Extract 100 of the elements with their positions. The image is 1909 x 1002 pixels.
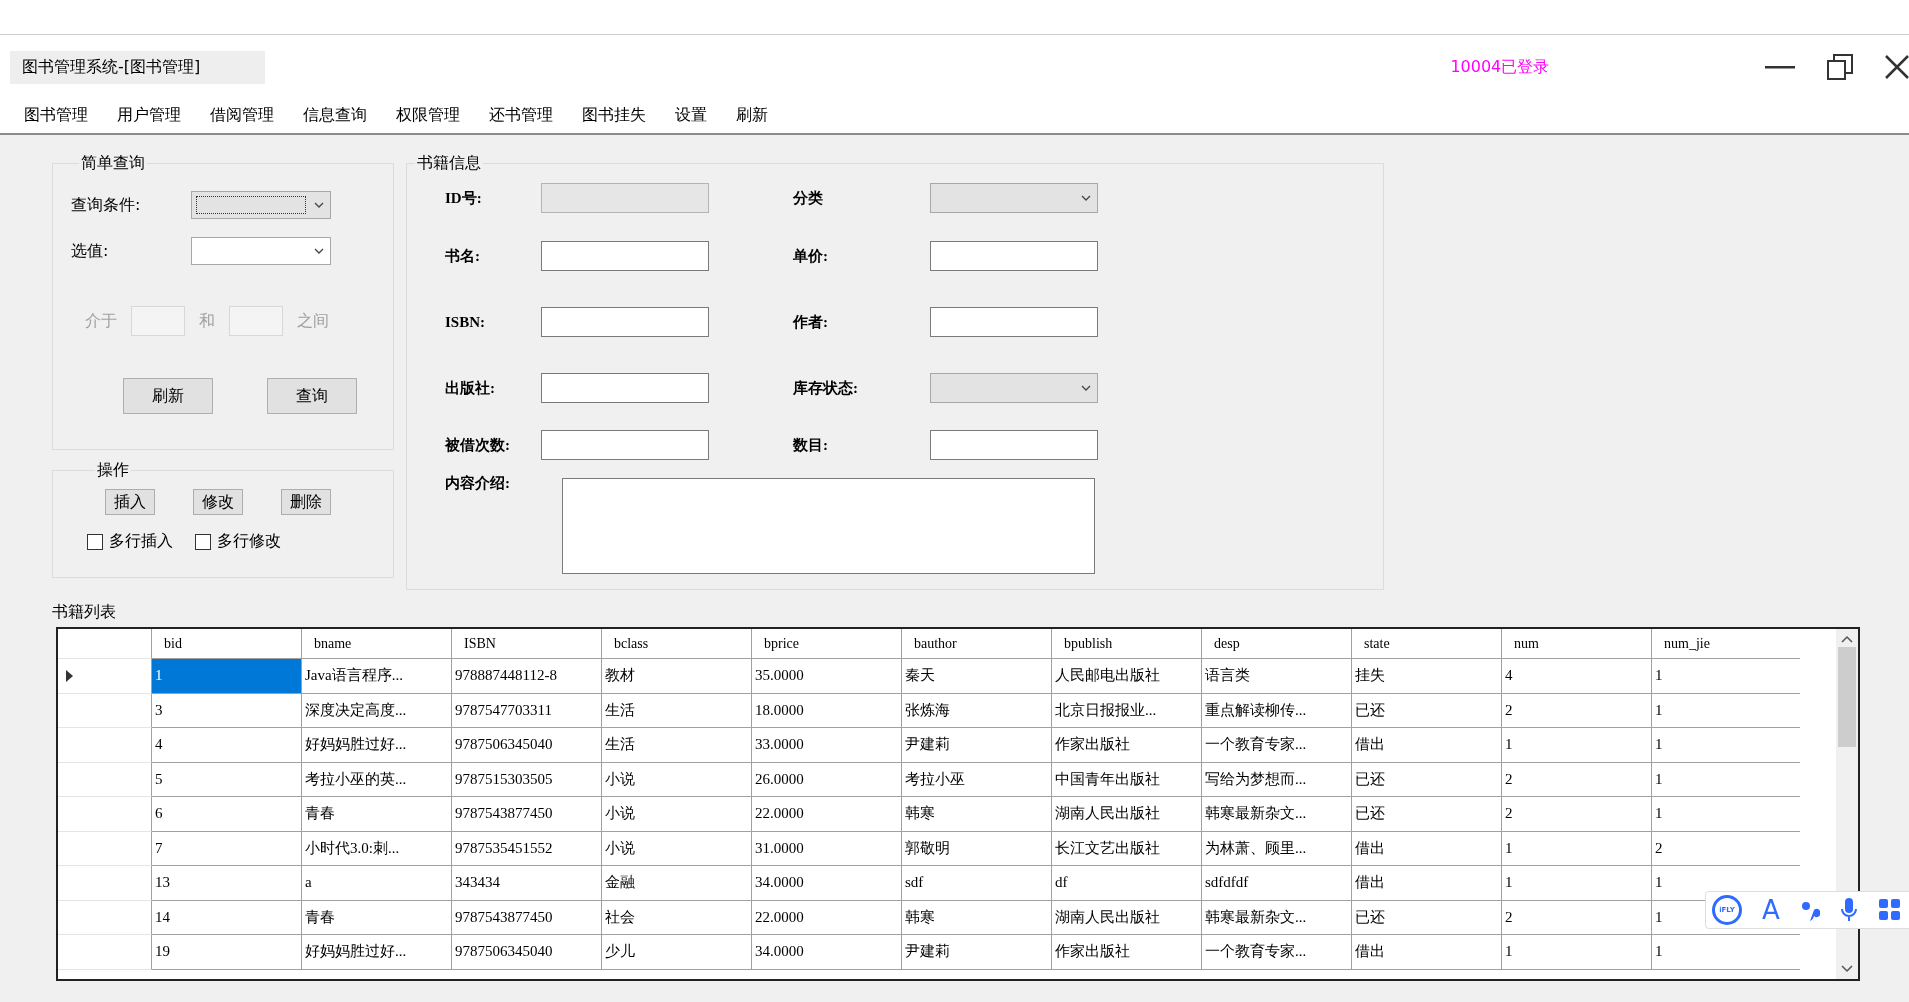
range-label: 介于 — [85, 310, 117, 332]
query-button[interactable]: 查询 — [267, 378, 357, 414]
table-cell: 借出 — [1352, 935, 1502, 970]
table-cell: 写给为梦想而... — [1202, 762, 1352, 797]
table-cell: 挂失 — [1352, 659, 1502, 694]
table-cell: 1 — [1502, 866, 1652, 901]
checkbox[interactable] — [87, 533, 103, 550]
table-cell: sdfdfdf — [1202, 866, 1352, 901]
table-cell: 2 — [1502, 797, 1652, 832]
column-header[interactable]: bclass — [602, 629, 752, 659]
menu-item[interactable]: 用户管理 — [105, 103, 193, 128]
scrollbar-thumb[interactable] — [1838, 647, 1856, 747]
table-cell: 1 — [152, 659, 302, 694]
scroll-up-icon[interactable] — [1841, 635, 1853, 643]
restore-icon[interactable] — [1827, 54, 1853, 80]
chevron-icon — [314, 248, 324, 254]
field-label: 单价: — [793, 246, 829, 266]
table-cell: 人民邮电出版社 — [1052, 659, 1202, 694]
checkbox-label[interactable]: 多行修改 — [217, 531, 281, 552]
table-cell: 2 — [1502, 762, 1652, 797]
menu-item[interactable]: 刷新 — [724, 103, 780, 128]
table-cell: 深度决定高度... — [302, 693, 452, 728]
column-header[interactable]: bprice — [752, 629, 902, 659]
table-cell: 少儿 — [602, 935, 752, 970]
input-field[interactable] — [930, 241, 1098, 271]
table-cell: 34.0000 — [752, 866, 902, 901]
checkbox[interactable] — [195, 533, 211, 550]
menu-item[interactable]: 信息查询 — [291, 103, 379, 128]
action-button[interactable]: 修改 — [193, 489, 243, 515]
table-cell: 2 — [1652, 831, 1800, 866]
column-header[interactable]: num — [1502, 629, 1652, 659]
table-cell: 9787535451552 — [452, 831, 602, 866]
minimize-icon[interactable] — [1765, 65, 1795, 69]
table-cell: 26.0000 — [752, 762, 902, 797]
table-cell: 33.0000 — [752, 728, 902, 763]
menu-item[interactable]: 还书管理 — [477, 103, 565, 128]
table-cell: 2 — [1502, 900, 1652, 935]
table-cell: 4 — [1502, 659, 1652, 694]
table-cell: 14 — [152, 900, 302, 935]
table-cell: 7 — [152, 831, 302, 866]
column-header[interactable]: bname — [302, 629, 452, 659]
table-cell: 1 — [1502, 831, 1652, 866]
table-cell: 张炼海 — [902, 693, 1052, 728]
table-cell: 9787543877450 — [452, 900, 602, 935]
close-icon[interactable] — [1885, 55, 1909, 79]
action-button[interactable]: 插入 — [105, 489, 155, 515]
column-header[interactable]: state — [1352, 629, 1502, 659]
microphone-icon[interactable] — [1839, 897, 1858, 923]
table-cell: 3 — [152, 693, 302, 728]
table-cell: 已还 — [1352, 693, 1502, 728]
input-field[interactable] — [541, 307, 709, 337]
table-cell: 已还 — [1352, 797, 1502, 832]
field-label: 选值: — [71, 240, 110, 262]
dropdown[interactable] — [191, 191, 331, 219]
table-cell: 19 — [152, 935, 302, 970]
description-field[interactable] — [562, 478, 1095, 574]
table-cell: 好妈妈胜过好... — [302, 935, 452, 970]
column-header[interactable]: bpublish — [1052, 629, 1202, 659]
chevron-icon — [314, 202, 324, 208]
table-cell: 韩寒最新杂文... — [1202, 797, 1352, 832]
table-cell: 郭敬明 — [902, 831, 1052, 866]
table-cell: 重点解读柳传... — [1202, 693, 1352, 728]
table-cell: 好妈妈胜过好... — [302, 728, 452, 763]
input-field[interactable] — [541, 373, 709, 403]
input-field[interactable] — [930, 430, 1098, 460]
table-cell: 343434 — [452, 866, 602, 901]
field-label: 数目: — [793, 435, 829, 455]
table-cell: 青春 — [302, 900, 452, 935]
table-cell: 1 — [1652, 935, 1800, 970]
input-field[interactable] — [930, 307, 1098, 337]
column-header[interactable]: ISBN — [452, 629, 602, 659]
menu-item[interactable]: 图书管理 — [12, 103, 100, 128]
table-cell: 5 — [152, 762, 302, 797]
grid-icon[interactable] — [1877, 898, 1902, 922]
login-status: 10004已登录 — [1450, 56, 1551, 78]
input-field[interactable] — [541, 430, 709, 460]
table-cell: 1 — [1652, 762, 1800, 797]
table-cell: 已还 — [1352, 762, 1502, 797]
table-cell: 31.0000 — [752, 831, 902, 866]
table-cell: 考拉小巫的英... — [302, 762, 452, 797]
scroll-down-icon[interactable] — [1841, 965, 1853, 973]
table-cell: 北京日报报业... — [1052, 693, 1202, 728]
input-field[interactable] — [541, 241, 709, 271]
table-cell: 生活 — [602, 693, 752, 728]
checkbox-label[interactable]: 多行插入 — [109, 531, 173, 552]
menu-item[interactable]: 设置 — [663, 103, 719, 128]
column-header[interactable]: num_jie — [1652, 629, 1800, 659]
table-cell: 9787506345040 — [452, 935, 602, 970]
chevron-icon — [1081, 195, 1091, 201]
query-button[interactable]: 刷新 — [123, 378, 213, 414]
table-cell: 2 — [1502, 693, 1652, 728]
menu-item[interactable]: 图书挂失 — [570, 103, 658, 128]
table-cell: sdf — [902, 866, 1052, 901]
menu-item[interactable]: 权限管理 — [384, 103, 472, 128]
column-header[interactable]: desp — [1202, 629, 1352, 659]
table-cell: 中国青年出版社 — [1052, 762, 1202, 797]
action-button[interactable]: 删除 — [281, 489, 331, 515]
menu-item[interactable]: 借阅管理 — [198, 103, 286, 128]
range-label: 之间 — [297, 310, 329, 332]
column-header[interactable]: bauthor — [902, 629, 1052, 659]
